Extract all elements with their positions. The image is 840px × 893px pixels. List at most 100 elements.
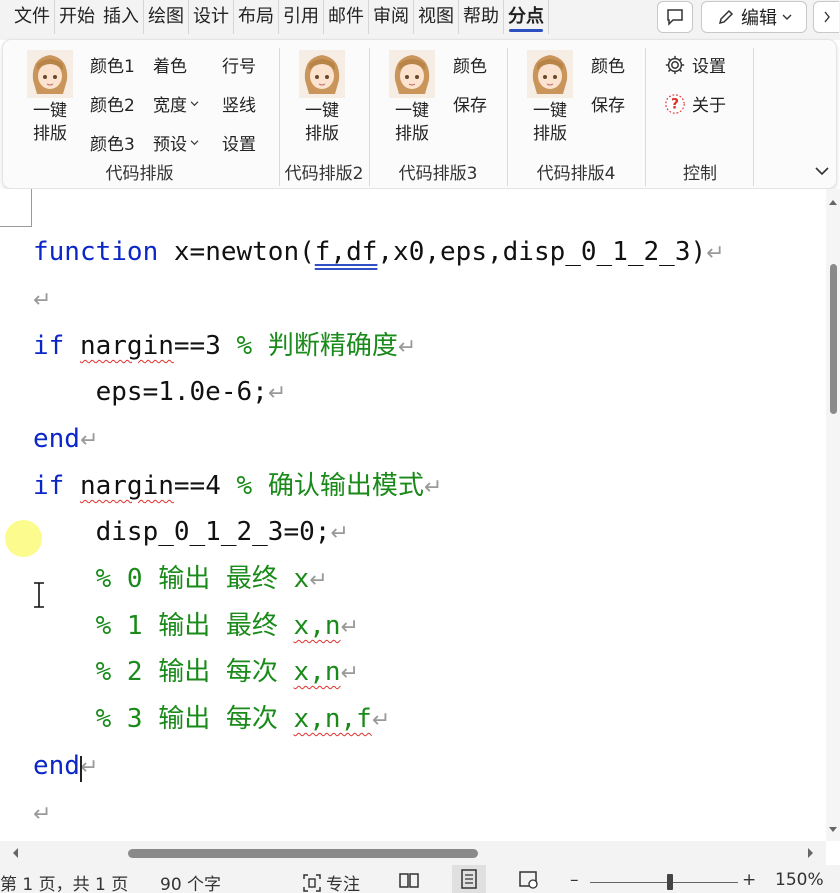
vertical-scroll-thumb[interactable] — [830, 264, 837, 414]
print-layout-button[interactable] — [452, 865, 486, 893]
menu-tab[interactable]: 布局 — [234, 0, 279, 34]
code-line[interactable]: function x=newton(f,df,x0,eps,disp_0_1_2… — [33, 235, 725, 269]
read-mode-button[interactable] — [398, 870, 420, 890]
paragraph-mark-icon: ↵ — [267, 381, 287, 406]
zoom-slider-thumb[interactable] — [667, 874, 673, 890]
color2-button[interactable]: 颜色2 — [90, 91, 135, 116]
vertical-line-button[interactable]: 竖线 — [222, 91, 256, 116]
margin-corner-mark — [0, 226, 32, 227]
word-count[interactable]: 90 个字 — [160, 870, 221, 893]
code-line[interactable]: end↵ — [33, 749, 98, 783]
line-number-button[interactable]: 行号 — [222, 52, 256, 77]
document-page[interactable]: function x=newton(f,df,x0,eps,disp_0_1_2… — [0, 189, 826, 841]
code-line[interactable]: if nargin==4 % 确认输出模式↵ — [33, 469, 442, 503]
page-count[interactable]: 第 1 页，共 1 页 — [0, 870, 128, 893]
comment-button[interactable] — [657, 1, 693, 33]
control-settings-button[interactable]: 设置 — [664, 52, 726, 77]
color-button-3[interactable]: 颜色 — [453, 52, 487, 77]
menu-tab[interactable]: 引用 — [279, 0, 324, 34]
ribbon: 一键 排版 颜色1 颜色2 颜色3 着色 宽度 预设 行号 竖线 设置 代码排版 — [2, 39, 837, 189]
group-label-code-format-3: 代码排版3 — [398, 164, 478, 184]
zoom-in-button[interactable]: + — [742, 870, 756, 890]
one-click-format-label: 一键 排版 — [33, 101, 67, 144]
settings-button-1[interactable]: 设置 — [222, 130, 256, 155]
editing-mode-button[interactable]: 编辑 — [701, 1, 807, 33]
horizontal-scroll-thumb[interactable] — [128, 849, 478, 858]
menu-tab[interactable]: 邮件 — [324, 0, 369, 34]
menu-tab[interactable]: 文件 — [10, 0, 55, 34]
zoom-level[interactable]: 150% — [775, 870, 824, 890]
about-button[interactable]: ? 关于 — [664, 91, 726, 116]
editing-mode-label: 编辑 — [741, 8, 777, 29]
one-click-format-button-3[interactable]: 一键 排版 — [384, 50, 440, 146]
comment-token: % 确认输出模式 — [236, 471, 424, 501]
menu-tab[interactable]: 开始 — [55, 0, 99, 34]
title-menu-bar: 文件 开始 插入 绘图 设计 布局 引用 邮件 审阅 视图 帮助 分点 编辑 — [0, 0, 840, 40]
focus-mode-button[interactable]: 专注 — [302, 870, 360, 893]
comment-token: % 判断精确度 — [236, 331, 398, 361]
group-label-code-format: 代码排版 — [105, 164, 174, 184]
paragraph-mark-icon: ↵ — [33, 288, 52, 313]
code-line[interactable]: % 0 输出 最终 x↵ — [33, 562, 328, 596]
one-click-format-button-1[interactable]: 一键 排版 — [22, 50, 78, 146]
code-line[interactable]: end↵ — [33, 422, 98, 456]
code-line[interactable]: ↵ — [33, 282, 51, 316]
ribbon-collapse-button[interactable] — [814, 161, 830, 180]
paragraph-mark-icon: ↵ — [330, 521, 349, 546]
vertical-scrollbar[interactable] — [826, 189, 840, 841]
menu-tab[interactable]: 设计 — [189, 0, 234, 34]
code-token: ,x0,eps,disp_0_1_2_3) — [377, 237, 707, 267]
avatar-icon — [299, 50, 345, 98]
code-line[interactable]: if nargin==3 % 判断精确度↵ — [33, 329, 416, 363]
save-button-4[interactable]: 保存 — [591, 91, 625, 116]
code-line[interactable]: ↵ — [33, 796, 51, 830]
one-click-format-button-4[interactable]: 一键 排版 — [522, 50, 578, 146]
color-button-4[interactable]: 颜色 — [591, 52, 625, 77]
comment-token: x,n — [293, 657, 341, 687]
more-options-button[interactable] — [813, 1, 839, 33]
margin-corner-mark — [31, 189, 32, 227]
code-line[interactable]: eps=1.0e-6;↵ — [33, 375, 287, 409]
web-layout-button[interactable] — [518, 870, 540, 890]
one-click-format-label: 一键 排版 — [395, 101, 429, 144]
menu-tab[interactable]: 审阅 — [369, 0, 414, 34]
paragraph-mark-icon: ↵ — [309, 568, 328, 593]
group-divider — [753, 48, 754, 186]
code-line[interactable]: disp_0_1_2_3=0;↵ — [33, 515, 349, 549]
avatar-icon — [389, 50, 435, 98]
colorize-button[interactable]: 着色 — [153, 52, 187, 77]
color1-button[interactable]: 颜色1 — [90, 52, 135, 77]
width-dropdown[interactable]: 宽度 — [153, 91, 199, 116]
paragraph-mark-icon: ↵ — [33, 802, 52, 827]
code-line[interactable]: % 2 输出 每次 x,n↵ — [33, 655, 359, 689]
group-code-format: 一键 排版 颜色1 颜色2 颜色3 着色 宽度 预设 行号 竖线 设置 代码排版 — [3, 40, 276, 188]
group-label-code-format-2: 代码排版2 — [284, 164, 364, 184]
menu-tabs: 文件 开始 插入 绘图 设计 布局 引用 邮件 审阅 视图 帮助 分点 — [10, 0, 549, 34]
one-click-format-button-2[interactable]: 一键 排版 — [294, 50, 350, 146]
menu-tab[interactable]: 帮助 — [459, 0, 504, 34]
code-line[interactable]: % 3 输出 每次 x,n,f↵ — [33, 702, 391, 736]
preset-dropdown[interactable]: 预设 — [153, 130, 199, 155]
menu-tab[interactable]: 插入 — [99, 0, 144, 34]
web-layout-icon — [519, 871, 538, 889]
color3-button[interactable]: 颜色3 — [90, 130, 135, 155]
comment-icon — [667, 9, 683, 26]
menu-tab[interactable]: 绘图 — [144, 0, 189, 34]
horizontal-scrollbar[interactable] — [0, 841, 826, 865]
read-mode-icon — [399, 873, 419, 888]
code-token: nargin — [79, 471, 174, 501]
save-button-3[interactable]: 保存 — [453, 91, 487, 116]
menu-tab[interactable]: 视图 — [414, 0, 459, 34]
focus-mode-label: 专注 — [326, 875, 360, 893]
comment-token: x,n — [293, 611, 341, 641]
zoom-out-button[interactable]: – — [570, 870, 579, 890]
status-bar: 第 1 页，共 1 页 90 个字 专注 – + 150% — [0, 865, 840, 893]
code-line[interactable]: % 1 输出 最终 x,n↵ — [33, 609, 359, 643]
scroll-right-icon — [808, 848, 813, 858]
focus-icon — [303, 873, 321, 892]
paragraph-mark-icon: ↵ — [340, 661, 359, 686]
paragraph-mark-icon: ↵ — [397, 335, 417, 360]
zoom-slider-track[interactable] — [590, 882, 738, 883]
menu-tab[interactable]: 分点 — [504, 0, 549, 34]
